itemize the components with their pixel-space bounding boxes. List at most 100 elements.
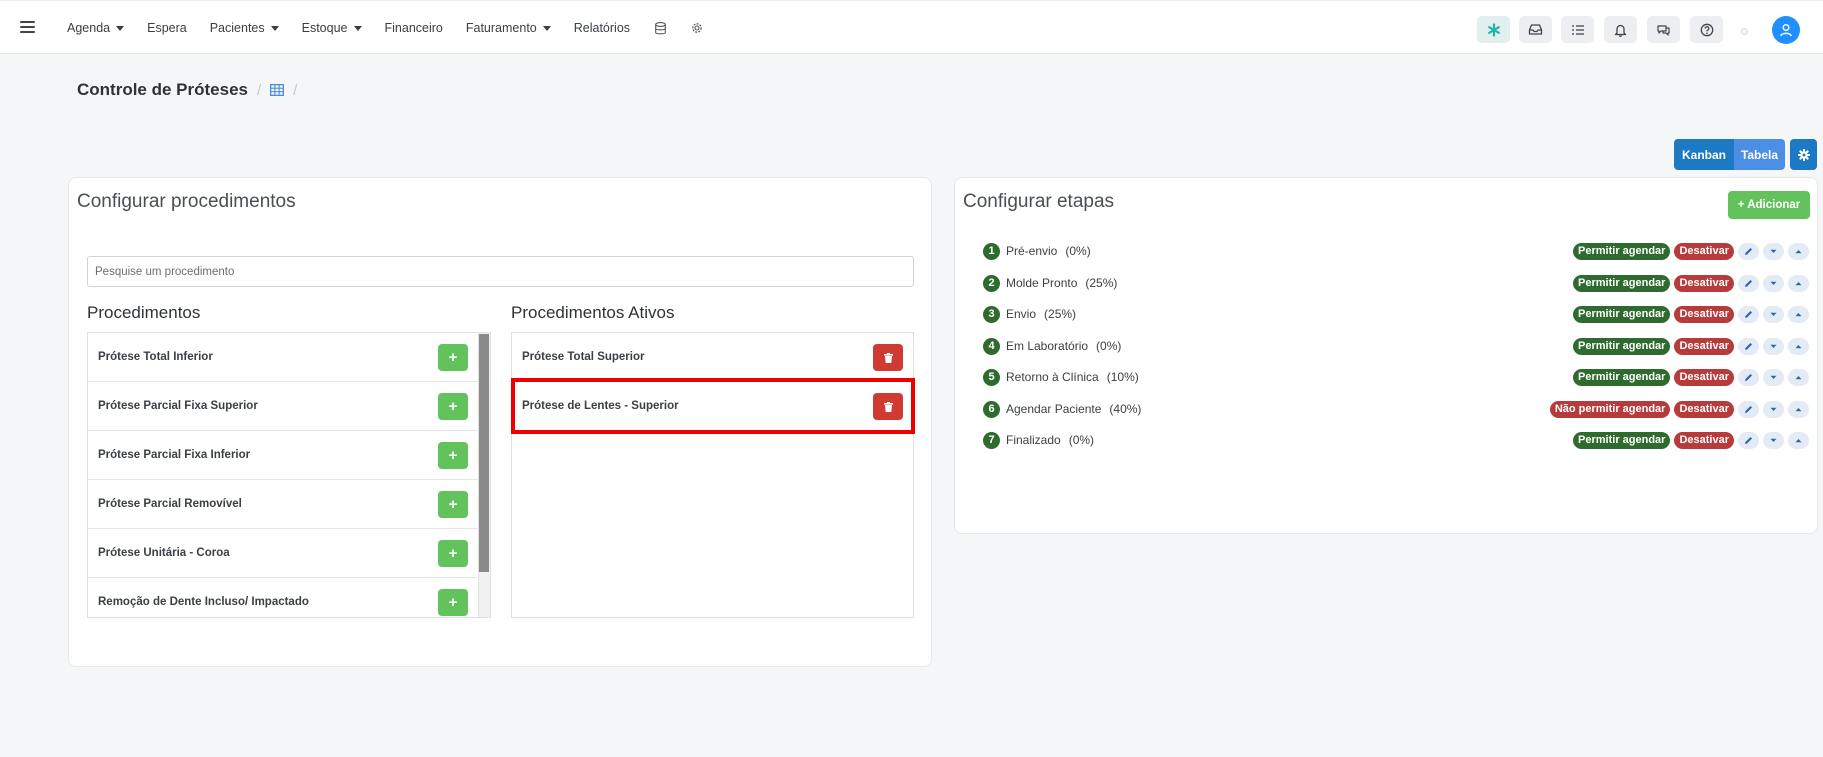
schedule-toggle-badge[interactable]: Permitir agendar [1573,431,1671,449]
move-down-button[interactable] [1763,305,1784,323]
menu-label: Relatórios [573,21,631,35]
stage-row: 6 Agendar Paciente (40%) Não permitir agend… [983,400,1809,418]
asterisk-button[interactable] [1477,16,1510,43]
move-down-button[interactable] [1763,431,1784,449]
user-avatar[interactable] [1772,16,1800,44]
remove-procedure-button[interactable] [873,344,903,371]
schedule-toggle-badge[interactable]: Permitir agendar [1573,368,1671,386]
menu-espera[interactable]: Espera [147,21,187,35]
active-procedure-row: Prótese Total Superior [512,333,913,382]
deactivate-badge[interactable]: Desativar [1674,305,1734,323]
edit-icon [1745,342,1752,350]
inbox-button[interactable] [1519,16,1552,43]
menu-pacientes[interactable]: Pacientes [210,21,279,35]
schedule-toggle-badge[interactable]: Permitir agendar [1573,305,1671,323]
edit-icon [1745,310,1752,318]
gear-icon[interactable] [690,21,704,35]
chevron-down-icon [1770,312,1777,316]
add-procedure-button[interactable]: + [438,589,468,616]
edit-stage-button[interactable] [1738,274,1759,292]
procedures-scrollbar[interactable] [478,333,490,617]
move-down-button[interactable] [1763,242,1784,260]
add-procedure-button[interactable]: + [438,393,468,420]
move-up-button[interactable] [1788,337,1809,355]
caret-down-icon [353,25,362,31]
menu-relatorios[interactable]: Relatórios [574,21,630,35]
edit-stage-button[interactable] [1738,242,1759,260]
edit-stage-button[interactable] [1738,400,1759,418]
stage-name: Retorno à Clínica [1006,370,1099,384]
plus-icon: + [448,398,458,415]
menu-faturamento[interactable]: Faturamento [466,21,551,35]
move-down-button[interactable] [1763,274,1784,292]
database-icon[interactable] [653,21,667,35]
move-up-button[interactable] [1788,431,1809,449]
schedule-toggle-badge[interactable]: Permitir agendar [1573,242,1671,260]
settings-button[interactable] [1790,139,1817,170]
caret-down-icon [116,25,125,31]
add-procedure-button[interactable]: + [438,491,468,518]
menu-label: Financeiro [384,21,443,35]
chevron-down-icon [1770,344,1777,348]
kanban-view-button[interactable]: Kanban [1674,139,1734,170]
stage-percentage: (0%) [1096,339,1122,353]
active-procedures-list: Prótese Total Superior Prótese de Lentes … [511,332,914,618]
move-down-button[interactable] [1763,400,1784,418]
table-view-button[interactable]: Tabela [1734,139,1785,170]
stage-actions: Permitir agendar Desativar [1569,274,1809,292]
schedule-toggle-badge[interactable]: Não permitir agendar [1549,400,1671,418]
move-up-button[interactable] [1788,274,1809,292]
edit-stage-button[interactable] [1738,305,1759,323]
stage-name: Em Laboratório [1006,339,1089,353]
menu-label: Estoque [301,21,348,35]
schedule-toggle-badge[interactable]: Permitir agendar [1573,337,1671,355]
bell-icon [1614,24,1627,37]
procedure-search-input[interactable] [87,256,914,287]
schedule-toggle-badge[interactable]: Permitir agendar [1573,274,1671,292]
edit-stage-button[interactable] [1738,431,1759,449]
configure-procedures-title: Configurar procedimentos [77,191,296,212]
status-dot [1741,28,1748,35]
menu-agenda[interactable]: Agenda [67,21,125,35]
move-up-button[interactable] [1788,305,1809,323]
chevron-up-icon [1795,281,1802,285]
remove-procedure-button[interactable] [873,393,903,420]
chat-button[interactable] [1647,16,1680,43]
stage-name: Finalizado [1006,433,1061,447]
move-up-button[interactable] [1788,368,1809,386]
configure-procedures-card: Configurar procedimentos Procedimentos P… [68,177,932,667]
gear-icon [1797,148,1810,161]
edit-stage-button[interactable] [1738,368,1759,386]
scrollbar-thumb[interactable] [479,334,489,572]
checklist-button[interactable] [1561,16,1594,43]
move-down-button[interactable] [1763,368,1784,386]
breadcrumb-separator: / [257,81,262,99]
help-button[interactable] [1690,16,1723,43]
deactivate-badge[interactable]: Desativar [1674,242,1734,260]
move-up-button[interactable] [1788,400,1809,418]
menu-financeiro[interactable]: Financeiro [385,21,443,35]
edit-stage-button[interactable] [1738,337,1759,355]
deactivate-badge[interactable]: Desativar [1674,337,1734,355]
notifications-button[interactable] [1604,16,1637,43]
deactivate-badge[interactable]: Desativar [1674,368,1734,386]
deactivate-badge[interactable]: Desativar [1674,400,1734,418]
table-icon[interactable] [270,84,285,96]
hamburger-menu-icon[interactable] [20,21,35,33]
move-down-button[interactable] [1763,337,1784,355]
add-procedure-button[interactable]: + [438,540,468,567]
add-procedure-button[interactable]: + [438,344,468,371]
deactivate-badge[interactable]: Desativar [1674,431,1734,449]
procedure-name: Prótese Unitária - Coroa [98,547,230,559]
add-procedure-button[interactable]: + [438,442,468,469]
plus-icon: + [448,447,458,464]
procedure-name: Prótese Parcial Fixa Superior [98,400,258,412]
stage-actions: Permitir agendar Desativar [1569,431,1809,449]
menu-estoque[interactable]: Estoque [302,21,362,35]
add-stage-button[interactable]: + Adicionar [1728,191,1810,219]
move-up-button[interactable] [1788,242,1809,260]
menu-label: Pacientes [209,21,265,35]
deactivate-badge[interactable]: Desativar [1674,274,1734,292]
chevron-up-icon [1795,312,1802,316]
edit-icon [1745,405,1752,413]
